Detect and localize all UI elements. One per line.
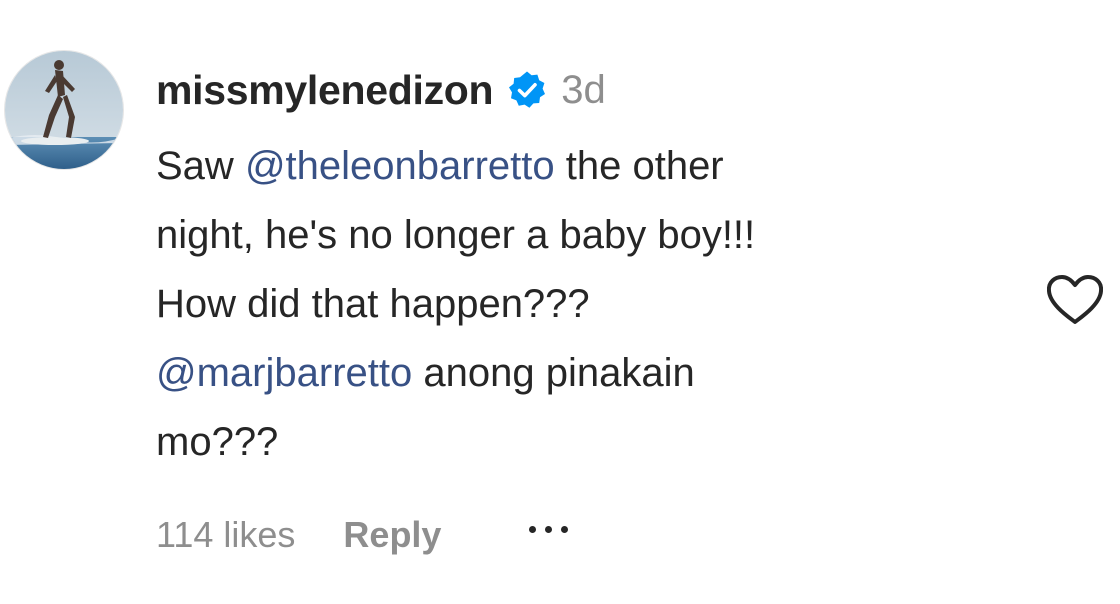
comment-text-segment: anong pinakain (412, 351, 695, 395)
comment-line-3: How did that happen??? (156, 282, 590, 326)
username-link[interactable]: missmylenedizon (156, 67, 494, 114)
comment-line-4: @marjbarretto anong pinakain (156, 339, 1016, 408)
comment-text-segment: Saw (156, 144, 245, 188)
verified-badge-icon (507, 70, 547, 110)
comment-line-2: night, he's no longer a baby boy!!! (156, 213, 756, 257)
comment-header: missmylenedizon 3d (156, 62, 606, 118)
heart-outline-icon[interactable] (1044, 272, 1106, 328)
comment-line-1: Saw @theleonbarretto the other (156, 132, 1016, 201)
comment-timestamp: 3d (561, 67, 606, 112)
avatar[interactable] (4, 50, 124, 170)
more-options-icon[interactable] (529, 519, 569, 539)
likes-count[interactable]: 114 likes (156, 514, 295, 556)
comment: missmylenedizon 3d Saw @theleonbarretto … (0, 0, 1120, 604)
comment-text-segment: the other (554, 144, 724, 188)
avatar-image (5, 51, 123, 169)
more-dot (545, 525, 553, 533)
comment-text: Saw @theleonbarretto the other night, he… (156, 132, 1016, 477)
mention-link-theleonbarretto[interactable]: @theleonbarretto (245, 144, 555, 188)
more-dot (529, 525, 537, 533)
mention-link-marjbarretto[interactable]: @marjbarretto (156, 351, 412, 395)
reply-button[interactable]: Reply (343, 514, 441, 556)
comment-line-5: mo??? (156, 420, 279, 464)
comment-footer: 114 likes Reply (156, 510, 569, 560)
more-dot (561, 525, 569, 533)
